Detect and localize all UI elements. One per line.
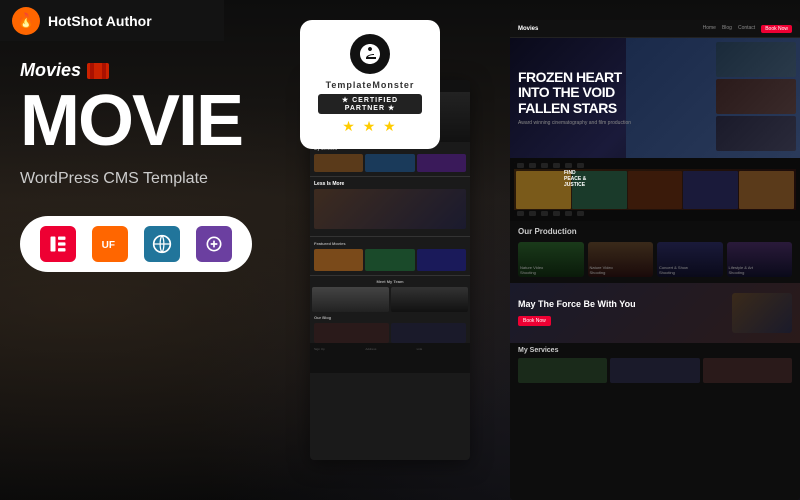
- movie-thumb-2: [365, 249, 414, 271]
- prod-card-4: Lifestyle & ArtShooting: [727, 242, 793, 277]
- uf-icon[interactable]: UF: [92, 226, 128, 262]
- header: 🔥 HotShot Author: [0, 0, 224, 41]
- left-content: Movies MOVIE WordPress CMS Template UF: [20, 60, 300, 272]
- services-title: My Services: [518, 347, 792, 354]
- movies-label: Movies: [20, 60, 300, 81]
- preview-large-img: [314, 189, 466, 229]
- svg-text:UF: UF: [102, 240, 115, 251]
- team-card-2: [391, 287, 468, 312]
- right-production: Our Production Nature VideoShooting Natu…: [510, 221, 800, 283]
- service-card-3: [703, 358, 792, 383]
- preview-team-title: Meet My Team: [310, 279, 470, 284]
- tm-brand: TemplateMonster: [318, 80, 422, 90]
- right-cta: May The Force Be With You Book Now: [510, 283, 800, 343]
- prod-label-4: Lifestyle & ArtShooting: [729, 265, 753, 275]
- preview-blog-grid: [310, 323, 470, 343]
- cta-button[interactable]: Book Now: [518, 316, 551, 326]
- right-services: My Services: [510, 343, 800, 387]
- movie-thumb-1: [314, 249, 363, 271]
- nav-btn[interactable]: Book Now: [761, 25, 792, 33]
- wordpress-icon[interactable]: [144, 226, 180, 262]
- right-hero-title: FROZEN HEARTINTO THE VOIDFALLEN STARS: [518, 70, 631, 116]
- logo-icon: 🔥: [12, 7, 40, 35]
- right-hero-text: FROZEN HEARTINTO THE VOIDFALLEN STARS Aw…: [510, 62, 639, 134]
- preview-footer: Sign Up Address Link: [310, 343, 470, 373]
- right-hero-sub: Award winning cinematography and film pr…: [518, 120, 631, 126]
- right-nav: Movies Home Blog Contact Book Now: [510, 20, 800, 38]
- right-nav-brand: Movies: [518, 26, 538, 32]
- plugins-bar: UF: [20, 216, 252, 272]
- prod-label-3: Concert & ShowShooting: [659, 265, 688, 275]
- film-icon: [87, 63, 109, 79]
- movies-text: Movies: [20, 60, 81, 81]
- movie-thumb-3: [417, 249, 466, 271]
- blog-card-1: [314, 323, 389, 343]
- tm-stars: ★ ★ ★: [318, 118, 422, 135]
- prod-card-3: Concert & ShowShooting: [657, 242, 723, 277]
- nav-link-home: Home: [703, 25, 716, 33]
- prod-label-2: Nature VideoShooting: [590, 265, 613, 275]
- prod-card-2: Nature VideoShooting: [588, 242, 654, 277]
- tm-logo: [350, 34, 390, 74]
- nav-link-contact: Contact: [738, 25, 755, 33]
- preview-team-grid: [310, 287, 470, 312]
- service-card-2: [610, 358, 699, 383]
- production-title: Our Production: [518, 227, 792, 236]
- elementor-icon[interactable]: [40, 226, 76, 262]
- template-monster-badge: TemplateMonster ★ CERTIFIED PARTNER ★ ★ …: [300, 20, 440, 149]
- preview-featured: Less Is More: [310, 177, 470, 237]
- footer-col-1: Sign Up: [314, 347, 363, 369]
- right-preview: Movies Home Blog Contact Book Now FROZEN…: [510, 20, 800, 500]
- right-nav-links: Home Blog Contact Book Now: [703, 25, 792, 33]
- preview-blog-title: Our Blog: [314, 315, 466, 320]
- blog-card-2: [391, 323, 466, 343]
- services-grid: [518, 358, 792, 383]
- service-thumb-2: [365, 154, 414, 172]
- main-title: MOVIE: [20, 89, 300, 154]
- cta-image: [732, 293, 792, 333]
- tm-certified: ★ CERTIFIED PARTNER ★: [318, 94, 422, 114]
- right-hero: FROZEN HEARTINTO THE VOIDFALLEN STARS Aw…: [510, 38, 800, 158]
- service-card-1: [518, 358, 607, 383]
- cta-title: May The Force Be With You: [518, 299, 724, 309]
- service-thumb-3: [417, 154, 466, 172]
- preview-services-grid: [314, 154, 466, 172]
- logo-text: HotShot Author: [48, 13, 152, 29]
- preview-movies-grid: [314, 249, 466, 271]
- team-card-1: [312, 287, 389, 312]
- preview-movies: Featured Movies: [310, 237, 470, 276]
- nav-link-blog: Blog: [722, 25, 732, 33]
- subtitle: WordPress CMS Template: [20, 170, 300, 188]
- prod-label-1: Nature VideoShooting: [520, 265, 543, 275]
- production-grid: Nature VideoShooting Nature VideoShootin…: [518, 242, 792, 277]
- service-thumb-1: [314, 154, 363, 172]
- preview-movies-title: Featured Movies: [314, 241, 466, 246]
- quix-icon[interactable]: [196, 226, 232, 262]
- footer-col-3: Link: [417, 347, 466, 369]
- prod-card-1: Nature VideoShooting: [518, 242, 584, 277]
- footer-col-2: Address: [365, 347, 414, 369]
